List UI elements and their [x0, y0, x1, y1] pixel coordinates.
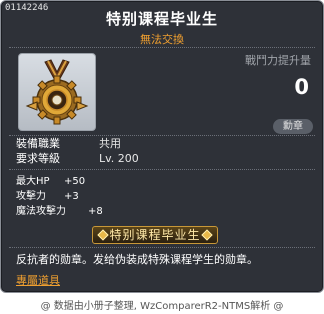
medal-icon: [25, 59, 89, 125]
divider: [9, 247, 315, 248]
divider: [9, 169, 315, 170]
stat-label: 魔法攻擊力: [16, 206, 66, 217]
set-name: 特别课程毕业生: [109, 228, 201, 242]
gem-icon: [97, 229, 109, 241]
exclusive-item-link[interactable]: 專屬道具: [16, 272, 60, 288]
category-badge: 勳章: [273, 119, 313, 134]
power-label: 戰鬥力提升量: [245, 54, 311, 67]
stat-value: +3: [64, 191, 79, 202]
divider: [9, 135, 315, 136]
job-value: 共用: [99, 137, 121, 150]
level-value: Lv. 200: [99, 152, 139, 165]
stat-value: +8: [88, 206, 103, 217]
gem-icon: [201, 229, 213, 241]
footer-credit: @ 数据由小册子整理, WzComparerR2-NTMS解析 @: [40, 301, 284, 312]
trade-status: 無法交換: [140, 33, 184, 46]
item-description: 反抗者的勋章。发给伪装成特殊课程学生的勋章。: [16, 253, 258, 266]
stat-label: 攻擊力: [16, 191, 46, 202]
stat-row: 最大HP +50: [16, 175, 85, 188]
item-icon-frame: [18, 53, 96, 131]
stat-row: 魔法攻擊力 +8: [16, 205, 103, 218]
stat-value: +50: [64, 176, 86, 187]
set-name-plate: 特别课程毕业生: [92, 226, 218, 244]
divider: [9, 47, 315, 48]
item-tooltip: 01142246 特别课程毕业生 無法交換 戰鬥力提升量 0 勳章 裝備職業 共…: [0, 0, 324, 293]
level-label: 要求等級: [16, 152, 60, 165]
item-title: 特别课程毕业生: [105, 10, 218, 28]
stat-label: 最大HP: [16, 176, 50, 187]
stat-row: 攻擊力 +3: [16, 190, 79, 203]
job-label: 裝備職業: [16, 137, 60, 150]
power-value: 0: [294, 75, 309, 99]
